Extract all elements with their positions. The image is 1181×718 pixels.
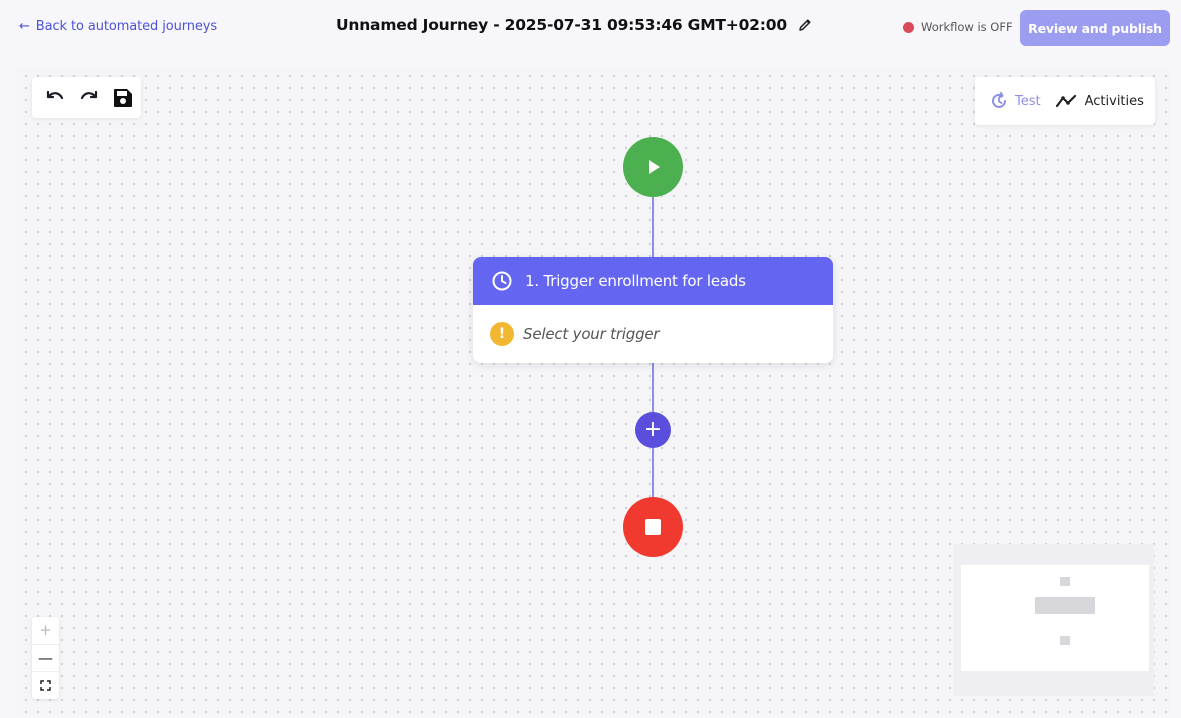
clock-icon: [492, 271, 512, 291]
pencil-icon[interactable]: [797, 17, 813, 33]
review-and-publish-button[interactable]: Review and publish: [1020, 10, 1170, 46]
test-button[interactable]: Test: [989, 91, 1041, 111]
journey-title: Unnamed Journey - 2025-07-31 09:53:46 GM…: [336, 16, 787, 34]
workflow-status: Workflow is OFF: [903, 20, 1013, 34]
undo-button[interactable]: [40, 83, 70, 113]
undo-icon: [46, 90, 64, 99]
fit-view-icon: [40, 680, 51, 691]
zoom-in-button[interactable]: +: [32, 617, 59, 645]
trigger-card[interactable]: 1. Trigger enrollment for leads ! Select…: [473, 257, 833, 363]
trigger-placeholder: Select your trigger: [523, 325, 660, 343]
connector-line: [652, 362, 654, 414]
trigger-title: 1. Trigger enrollment for leads: [525, 272, 746, 290]
connector-line: [652, 196, 654, 258]
minimap-end-node: [1060, 636, 1070, 645]
end-node[interactable]: [623, 497, 683, 557]
journey-canvas[interactable]: Test Activities 1. Trigger enrollment fo…: [16, 66, 1170, 714]
save-icon: [114, 88, 132, 107]
test-refresh-icon: [992, 92, 1006, 108]
stop-icon: [645, 519, 661, 535]
trigger-card-body: ! Select your trigger: [473, 305, 833, 363]
warning-icon: !: [490, 322, 514, 346]
test-label: Test: [1015, 93, 1041, 109]
activities-label: Activities: [1084, 93, 1144, 109]
play-icon: [649, 160, 660, 174]
redo-button[interactable]: [74, 83, 104, 113]
arrow-left-icon: ←: [19, 19, 30, 34]
history-toolbar: [32, 77, 141, 118]
status-dot-icon: [903, 21, 914, 33]
minimap-start-node: [1060, 577, 1070, 586]
add-step-button[interactable]: +: [635, 412, 671, 448]
zoom-out-button[interactable]: —: [32, 645, 59, 673]
workflow-status-label: Workflow is OFF: [921, 20, 1013, 34]
trigger-card-header: 1. Trigger enrollment for leads: [473, 257, 833, 305]
back-link-label: Back to automated journeys: [35, 19, 218, 34]
zoom-controls: + —: [32, 617, 59, 699]
minimap-viewport: [961, 565, 1149, 671]
save-button[interactable]: [108, 83, 138, 113]
journey-title-group: Unnamed Journey - 2025-07-31 09:53:46 GM…: [336, 16, 813, 34]
back-to-journeys-link[interactable]: ← Back to automated journeys: [19, 19, 217, 34]
top-bar: ← Back to automated journeys Unnamed Jou…: [0, 0, 1181, 58]
activity-chart-icon: [1055, 94, 1076, 108]
activities-button[interactable]: Activities: [1055, 93, 1144, 109]
redo-icon: [80, 90, 98, 99]
connector-line: [652, 447, 654, 499]
start-node[interactable]: [623, 137, 683, 197]
minimap-trigger-node: [1035, 597, 1095, 614]
fit-view-button[interactable]: [32, 672, 59, 699]
minimap[interactable]: [954, 544, 1154, 696]
right-panel: Test Activities: [975, 77, 1155, 125]
